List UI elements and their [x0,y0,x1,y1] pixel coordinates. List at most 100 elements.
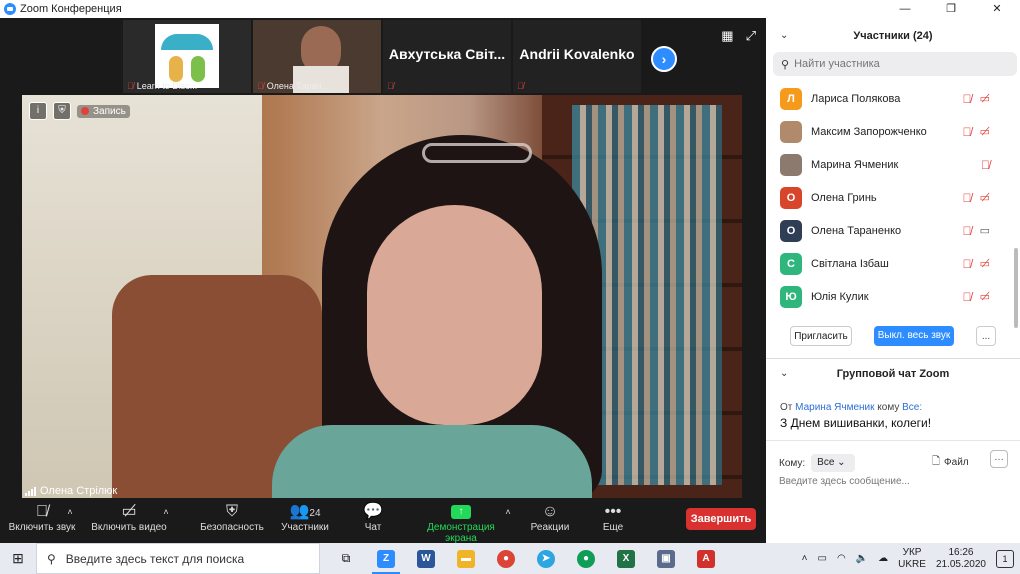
chat-recipient-picker: Кому: Все ⌄ [779,454,856,472]
view-controls: ▦ ⤢ [721,28,756,44]
video-overlay: i ⛨ Запись [29,102,130,120]
chat-sender[interactable]: Марина Ячменик [795,402,874,413]
avatar: О [780,219,802,242]
participant-thumbnail[interactable]: 🎙̸ Олена Таран... [253,20,381,93]
title-bar: Zoom Конференция — ❐ ✕ [0,0,1020,18]
volume-icon[interactable]: 🔈 [856,553,868,564]
participant-thumbnail[interactable]: Andrii Kovalenko 🎙̸ [513,20,641,93]
participants-button[interactable]: 👥24 Участники [280,502,330,533]
shield-icon: ⛨ [225,503,238,520]
maximize-button[interactable]: ❐ [928,0,974,18]
participant-name: Світлана Ізбаш [811,257,889,270]
cloud-icon[interactable]: ☁ [878,553,888,564]
system-tray: ˄ ▭ ◠ 🔈 ☁ УКР UKRE 16:26 21.05.2020 1 [802,543,1020,574]
emoji-icon: ☺ [541,503,559,520]
pdf-app-icon[interactable]: A [686,543,726,574]
chevron-up-icon: ˄ [163,507,169,517]
speaker-name-label: Олена Стрілюк [25,485,117,497]
start-video-button[interactable]: ▭̸ Включить видео [90,502,168,533]
file-icon: 🗋 [932,456,941,467]
minimize-button[interactable]: — [882,0,928,18]
participant-row[interactable]: О Олена Гринь 🎙̸ ▭̸ [766,181,1010,214]
video-off-icon: ▭̸ [979,125,990,138]
thumbnail-name: Andrii Kovalenko [519,46,635,62]
participants-icon: 👥24 [289,503,321,520]
presentation-app-icon[interactable]: ▣ [646,543,686,574]
shield-icon[interactable]: ⛨ [53,102,71,120]
word-app-icon[interactable]: W [406,543,446,574]
clock[interactable]: 16:26 21.05.2020 [936,547,986,571]
excel-app-icon[interactable]: X [606,543,646,574]
participant-avatar-image [155,24,219,88]
participant-thumbnail[interactable]: Авхутська Світ... 🎙̸ [383,20,511,93]
signal-bars-icon [25,486,36,496]
divider [766,358,1020,359]
participant-name: Юлія Кулик [811,290,869,303]
chrome-app-icon[interactable]: ● [566,543,606,574]
thumbnail-strip: 🎙̸ Learn to Disc... 🎙̸ Олена Таран... Авху… [123,20,763,93]
battery-icon[interactable]: ▭ [818,553,827,564]
participant-row[interactable]: О Олена Тараненко 🎙̸ ▭ [766,214,1010,247]
video-options-button[interactable]: ˄ [160,502,172,522]
more-button[interactable]: ••• Еще [598,502,628,533]
avatar: Ю [780,285,802,308]
participant-row[interactable]: Марина Ячменик 🎙̸ [766,148,1010,181]
muted-mic-icon: 🎙̸ [517,81,524,91]
share-screen-button[interactable]: ↑ Демонстрация экрана [410,502,512,544]
mute-all-button[interactable]: Выкл. весь звук [874,326,954,346]
fullscreen-icon[interactable]: ⤢ [746,28,756,44]
gallery-view-icon[interactable]: ▦ [721,28,733,44]
task-view-icon[interactable]: ⧉ [326,543,366,574]
video-off-icon: ▭̸ [979,191,990,204]
zoom-app-icon[interactable]: Z [366,543,406,574]
chat-recipient[interactable]: Все: [902,402,922,413]
search-input[interactable] [794,58,995,70]
wifi-icon[interactable]: ◠ [837,553,846,564]
participant-list-scrollbar[interactable] [1014,248,1018,328]
invite-button[interactable]: Пригласить [790,326,852,346]
next-page-button[interactable]: › [651,46,677,72]
search-icon: ⚲ [781,58,790,71]
windows-start-icon[interactable]: ⊞ [0,543,36,574]
end-meeting-button[interactable]: Завершить [686,508,756,530]
participant-name: Олена Тараненко [811,224,902,237]
window-controls: — ❐ ✕ [882,0,1020,18]
participant-row[interactable]: Максим Запорожченко 🎙̸ ▭̸ [766,115,1010,148]
info-icon[interactable]: i [29,102,47,120]
recipient-select[interactable]: Все ⌄ [811,454,856,472]
chevron-up-icon: ˄ [505,507,511,517]
share-options-button[interactable]: ˄ [502,502,514,522]
chat-message-input[interactable]: Введите здесь сообщение... [779,476,910,487]
participant-search[interactable]: ⚲ [773,52,1017,76]
chevron-down-icon: ⌄ [837,457,846,468]
chat-more-button[interactable]: … [990,450,1008,468]
notifications-icon[interactable]: 1 [996,549,1014,568]
security-button[interactable]: ⛨ Безопасность [200,502,264,533]
taskbar-search[interactable]: ⚲ Введите здесь текст для поиска [36,543,320,574]
more-options-button[interactable]: ... [976,326,996,346]
reactions-button[interactable]: ☺ Реакции [528,502,572,533]
avatar: О [780,186,802,209]
participant-row[interactable]: Л Лариса Полякова 🎙̸ ▭̸ [766,82,1010,115]
audio-options-button[interactable]: ˄ [64,502,76,522]
thumbnail-name: Авхутська Світ... [388,46,506,62]
muted-mic-icon: 🎙̸ [981,157,990,172]
close-button[interactable]: ✕ [974,0,1020,18]
telegram-app-icon[interactable]: ➤ [526,543,566,574]
taskbar: ⊞ ⚲ Введите здесь текст для поиска ⧉ Z W… [0,543,1020,574]
chrome-app-icon[interactable]: ● [486,543,526,574]
chat-message-header: От Марина Ячменик кому Все: [780,402,923,413]
file-explorer-icon[interactable]: ▬ [446,543,486,574]
participant-thumbnail[interactable]: 🎙̸ Learn to Disc... [123,20,251,93]
language-indicator[interactable]: УКР UKRE [898,547,926,571]
muted-mic-icon: 🎙̸ [962,289,972,304]
window-title: Zoom Конференция [20,3,122,15]
file-button[interactable]: 🗋 Файл [932,454,969,471]
chat-message: З Днем вишиванки, колеги! [780,416,932,430]
participant-row[interactable]: Ю Юлія Кулик 🎙̸ ▭̸ [766,280,1010,313]
chevron-up-icon[interactable]: ˄ [802,553,808,564]
participant-row[interactable]: С Світлана Ізбаш 🎙̸ ▭̸ [766,247,1010,280]
zoom-logo-icon [4,3,16,15]
chat-button[interactable]: 💬 Чат [358,502,388,533]
avatar [780,153,802,176]
